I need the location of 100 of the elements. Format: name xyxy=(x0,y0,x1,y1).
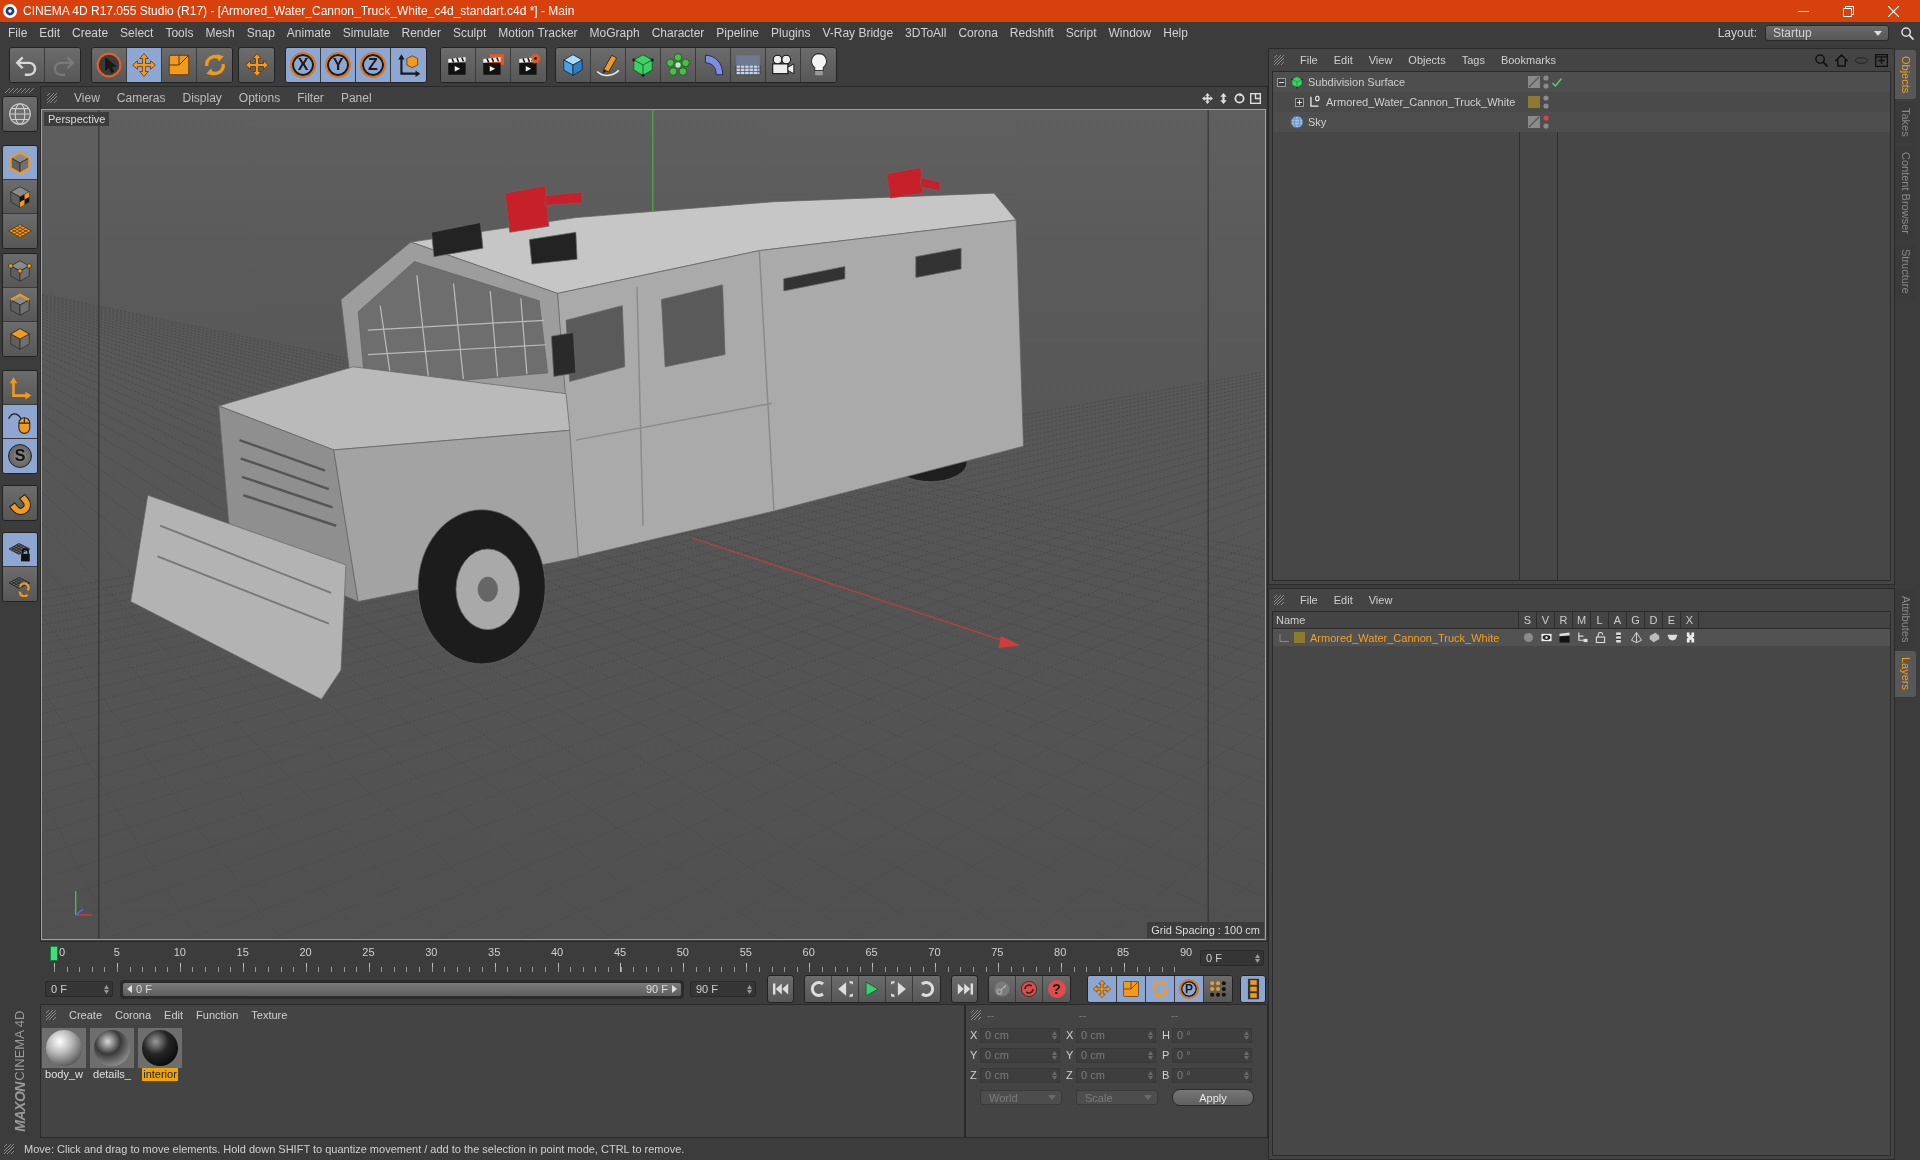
menu-item[interactable]: Pipeline xyxy=(716,26,760,40)
column-header[interactable]: D xyxy=(1645,612,1663,628)
menu-item[interactable]: View xyxy=(1368,594,1393,606)
material-item[interactable]: details_ xyxy=(90,1028,134,1081)
model-button[interactable] xyxy=(3,146,37,180)
checkmark-icon[interactable] xyxy=(1552,77,1562,87)
layer-name[interactable]: Armored_Water_Cannon_Truck_White xyxy=(1310,631,1500,644)
visibility-dots-icon[interactable] xyxy=(1543,95,1549,109)
menu-item[interactable]: Cameras xyxy=(116,91,166,105)
collapse-box-icon[interactable] xyxy=(1277,77,1286,87)
go-to-end-button[interactable] xyxy=(951,975,978,1003)
menu-item[interactable]: V-Ray Bridge xyxy=(822,26,894,40)
next-key-button[interactable] xyxy=(913,976,940,1002)
menu-item[interactable]: File xyxy=(1300,594,1318,606)
play-button[interactable] xyxy=(859,976,886,1002)
panel-grip-icon[interactable] xyxy=(47,93,57,103)
column-header[interactable]: A xyxy=(1609,612,1627,628)
previous-key-button[interactable] xyxy=(805,976,832,1002)
menu-item[interactable]: File xyxy=(8,26,28,40)
menu-item[interactable]: Sculpt xyxy=(452,26,487,40)
step-forward-button[interactable] xyxy=(886,976,913,1002)
spinner-arrows-icon[interactable] xyxy=(1255,953,1260,963)
axis-button[interactable]: X xyxy=(286,48,321,82)
dot-icon[interactable] xyxy=(1522,632,1534,643)
left-arrow-icon[interactable] xyxy=(127,985,132,993)
key-button[interactable] xyxy=(989,976,1016,1002)
step-back-button[interactable] xyxy=(832,976,859,1002)
hierarchy-icon[interactable] xyxy=(1576,632,1588,643)
column-header[interactable]: X xyxy=(1681,612,1699,628)
scale-button[interactable] xyxy=(162,48,197,82)
minimize-icon[interactable] xyxy=(1798,10,1809,12)
world-button[interactable] xyxy=(391,48,426,82)
timeline-button[interactable] xyxy=(1240,975,1266,1003)
layer-swatch-icon[interactable] xyxy=(1294,632,1305,643)
floor-button[interactable] xyxy=(731,48,766,82)
bowl-icon[interactable] xyxy=(1666,632,1678,643)
menu-item[interactable]: Options xyxy=(238,91,281,105)
move-button[interactable] xyxy=(127,48,162,82)
solo-button[interactable]: S xyxy=(3,439,37,473)
menu-item[interactable]: Function xyxy=(196,1009,239,1021)
menu-item[interactable]: Mesh xyxy=(205,26,235,40)
panel-grip-icon[interactable] xyxy=(5,88,35,93)
snap-button[interactable] xyxy=(3,486,37,520)
workplane-button[interactable] xyxy=(3,214,37,248)
axis-button[interactable]: Y xyxy=(321,48,356,82)
align-workplane-button[interactable] xyxy=(3,567,37,601)
spinner-arrows-icon[interactable] xyxy=(747,984,752,994)
menu-item[interactable]: Character xyxy=(651,26,705,40)
panel-layout-icon[interactable] xyxy=(1250,92,1261,104)
orbit-icon[interactable] xyxy=(1234,92,1245,104)
menu-item[interactable]: Objects xyxy=(1408,54,1446,66)
pen-button[interactable] xyxy=(591,48,626,82)
axis-button[interactable]: Z xyxy=(356,48,391,82)
rotation-key-button[interactable] xyxy=(1146,976,1175,1002)
clapperboard-icon[interactable] xyxy=(1558,632,1570,643)
make-editable-button[interactable] xyxy=(3,97,37,131)
menu-item[interactable]: 3DToAll xyxy=(905,26,947,40)
visibility-dots-icon[interactable] xyxy=(1543,75,1549,89)
menu-item[interactable]: Edit xyxy=(1333,594,1353,606)
3d-viewport[interactable]: Perspective Grid Spacing : 100 cm xyxy=(41,109,1266,940)
side-tab[interactable]: Layers xyxy=(1895,651,1916,697)
menu-item[interactable]: Help xyxy=(1163,26,1188,40)
point-level-key-button[interactable] xyxy=(1204,976,1232,1002)
cloner-button[interactable] xyxy=(661,48,696,82)
column-header[interactable]: M xyxy=(1573,612,1591,628)
menu-item[interactable]: Corona xyxy=(958,26,998,40)
object-name[interactable]: Armored_Water_Cannon_Truck_White xyxy=(1326,96,1516,108)
menu-item[interactable]: Snap xyxy=(246,26,275,40)
menu-item[interactable]: Bookmarks xyxy=(1500,54,1556,66)
scale-key-button[interactable] xyxy=(1117,976,1146,1002)
menu-item[interactable]: Redshift xyxy=(1009,26,1054,40)
menu-item[interactable]: Plugins xyxy=(771,26,811,40)
menu-item[interactable]: Panel xyxy=(340,91,372,105)
rotate-button[interactable] xyxy=(197,48,232,82)
menu-item[interactable]: File xyxy=(1300,54,1318,66)
panel-grip-icon[interactable] xyxy=(1274,55,1284,65)
menu-item[interactable]: View xyxy=(74,91,100,105)
menu-item[interactable]: Render xyxy=(401,26,441,40)
menu-item[interactable]: Create xyxy=(72,26,109,40)
end-frame-field[interactable]: 90 F xyxy=(690,981,756,997)
cube-button[interactable] xyxy=(556,48,591,82)
menu-item[interactable]: Filter xyxy=(297,91,324,105)
material-item[interactable]: body_w xyxy=(42,1028,86,1081)
menu-item[interactable]: Select xyxy=(120,26,154,40)
camera-button[interactable] xyxy=(766,48,801,82)
panel-grip-icon[interactable] xyxy=(4,1144,14,1154)
menu-item[interactable]: Edit xyxy=(164,1009,184,1021)
pan-arrows-icon[interactable] xyxy=(1202,92,1213,104)
object-name[interactable]: Sky xyxy=(1308,116,1327,128)
menu-item[interactable]: Corona xyxy=(115,1009,152,1021)
menu-item[interactable]: MoGraph xyxy=(589,26,640,40)
menu-item[interactable]: Display xyxy=(182,91,222,105)
render-view-button[interactable] xyxy=(441,48,476,82)
column-header[interactable]: Name xyxy=(1273,612,1519,628)
menu-item[interactable]: Edit xyxy=(1333,54,1353,66)
menu-item[interactable]: Window xyxy=(1108,26,1152,40)
undo-button[interactable] xyxy=(10,48,45,82)
menu-item[interactable]: Tools xyxy=(165,26,194,40)
padlock-icon[interactable] xyxy=(1594,632,1606,643)
column-header[interactable]: S xyxy=(1519,612,1537,628)
